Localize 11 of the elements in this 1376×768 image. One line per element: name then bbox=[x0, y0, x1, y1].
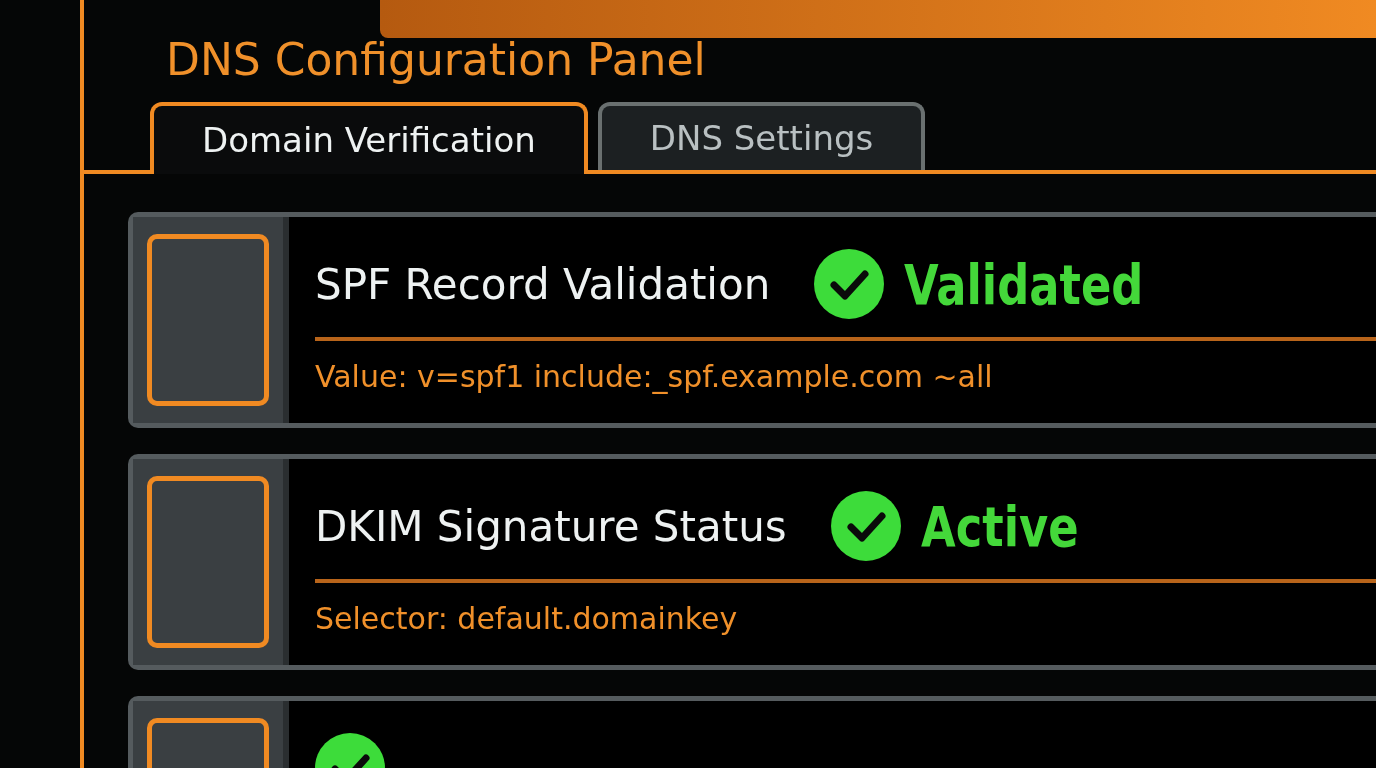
checkbox[interactable] bbox=[147, 476, 269, 648]
window-title: DNS Configuration Panel bbox=[165, 33, 707, 87]
record-name: DKIM Signature Status bbox=[315, 501, 787, 551]
record-value: Value: v=spf1 include:_spf.example.com ~all bbox=[315, 358, 994, 394]
tab[interactable]: Domain Verification bbox=[150, 102, 588, 174]
status-label: Validated bbox=[904, 251, 1144, 317]
record-name: SPF Record Validation bbox=[315, 259, 771, 309]
status-label: Active bbox=[920, 493, 1079, 559]
checkbox[interactable] bbox=[147, 234, 269, 406]
tab[interactable]: DNS Settings bbox=[597, 102, 926, 170]
record-value: Selector: default.domainkey bbox=[315, 600, 739, 636]
